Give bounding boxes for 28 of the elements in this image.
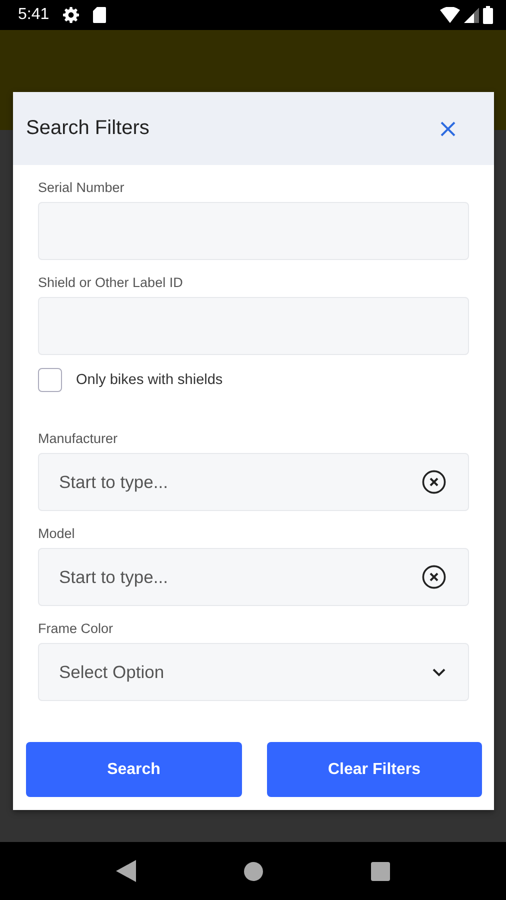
gear-icon [63, 7, 80, 23]
home-icon[interactable] [244, 862, 263, 880]
back-icon[interactable] [116, 860, 136, 882]
search-button[interactable]: Search [26, 742, 242, 797]
recents-icon[interactable] [371, 862, 390, 880]
autocomplete-field[interactable]: Start to type... [38, 548, 469, 606]
field-label: Manufacturer [38, 431, 119, 446]
input-field[interactable] [38, 297, 469, 355]
field-label: Shield or Other Label ID [38, 275, 184, 290]
autocomplete-field[interactable]: Start to type... [38, 453, 469, 511]
input-field[interactable] [38, 202, 469, 260]
close-icon[interactable] [440, 120, 456, 136]
sd-card-icon [93, 7, 106, 23]
dialog-title: Search Filters [26, 117, 150, 140]
field-label: Frame Color [38, 621, 114, 636]
select-dropdown[interactable]: Select Option [38, 643, 469, 701]
checkbox[interactable] [38, 368, 62, 392]
clear-filters-button[interactable]: Clear Filters [266, 742, 482, 797]
chevron-down-icon [432, 668, 446, 676]
battery-icon [483, 6, 493, 24]
clear-icon[interactable] [422, 470, 446, 494]
status-time: 5:41 [18, 6, 50, 24]
wifi-icon [440, 7, 460, 23]
checkbox-label: Only bikes with shields [76, 372, 223, 388]
signal-icon [464, 8, 479, 22]
field-label: Serial Number [38, 180, 126, 195]
field-label: Model [38, 526, 76, 541]
clear-icon[interactable] [422, 565, 446, 589]
